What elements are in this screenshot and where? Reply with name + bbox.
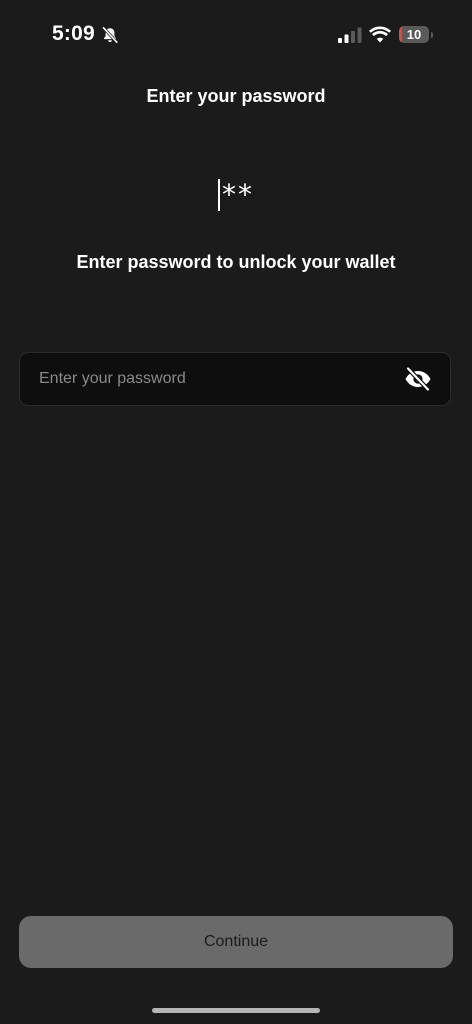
battery-percentage: 10 [406,27,422,42]
eye-slash-icon[interactable] [404,366,432,392]
status-time: 5:09 [52,22,95,45]
home-indicator[interactable] [152,1008,320,1013]
password-input[interactable] [39,353,399,405]
password-mask: ** [222,178,254,211]
bell-slash-icon [102,26,118,44]
text-caret [218,179,220,211]
password-mask-display: ** [0,178,472,211]
battery-icon: 10 [399,26,429,43]
wifi-icon [369,26,391,43]
page-title: Enter your password [146,86,326,106]
unlock-instruction: Enter password to unlock your wallet [76,252,396,272]
status-bar: 5:09 10 [0,0,472,70]
continue-button[interactable]: Continue [19,916,453,968]
password-field[interactable] [19,352,451,406]
unlock-screen: 5:09 10 Enter your password ** Enter pas… [0,0,472,1024]
cellular-signal-icon [338,27,362,43]
battery-cap [431,32,433,38]
